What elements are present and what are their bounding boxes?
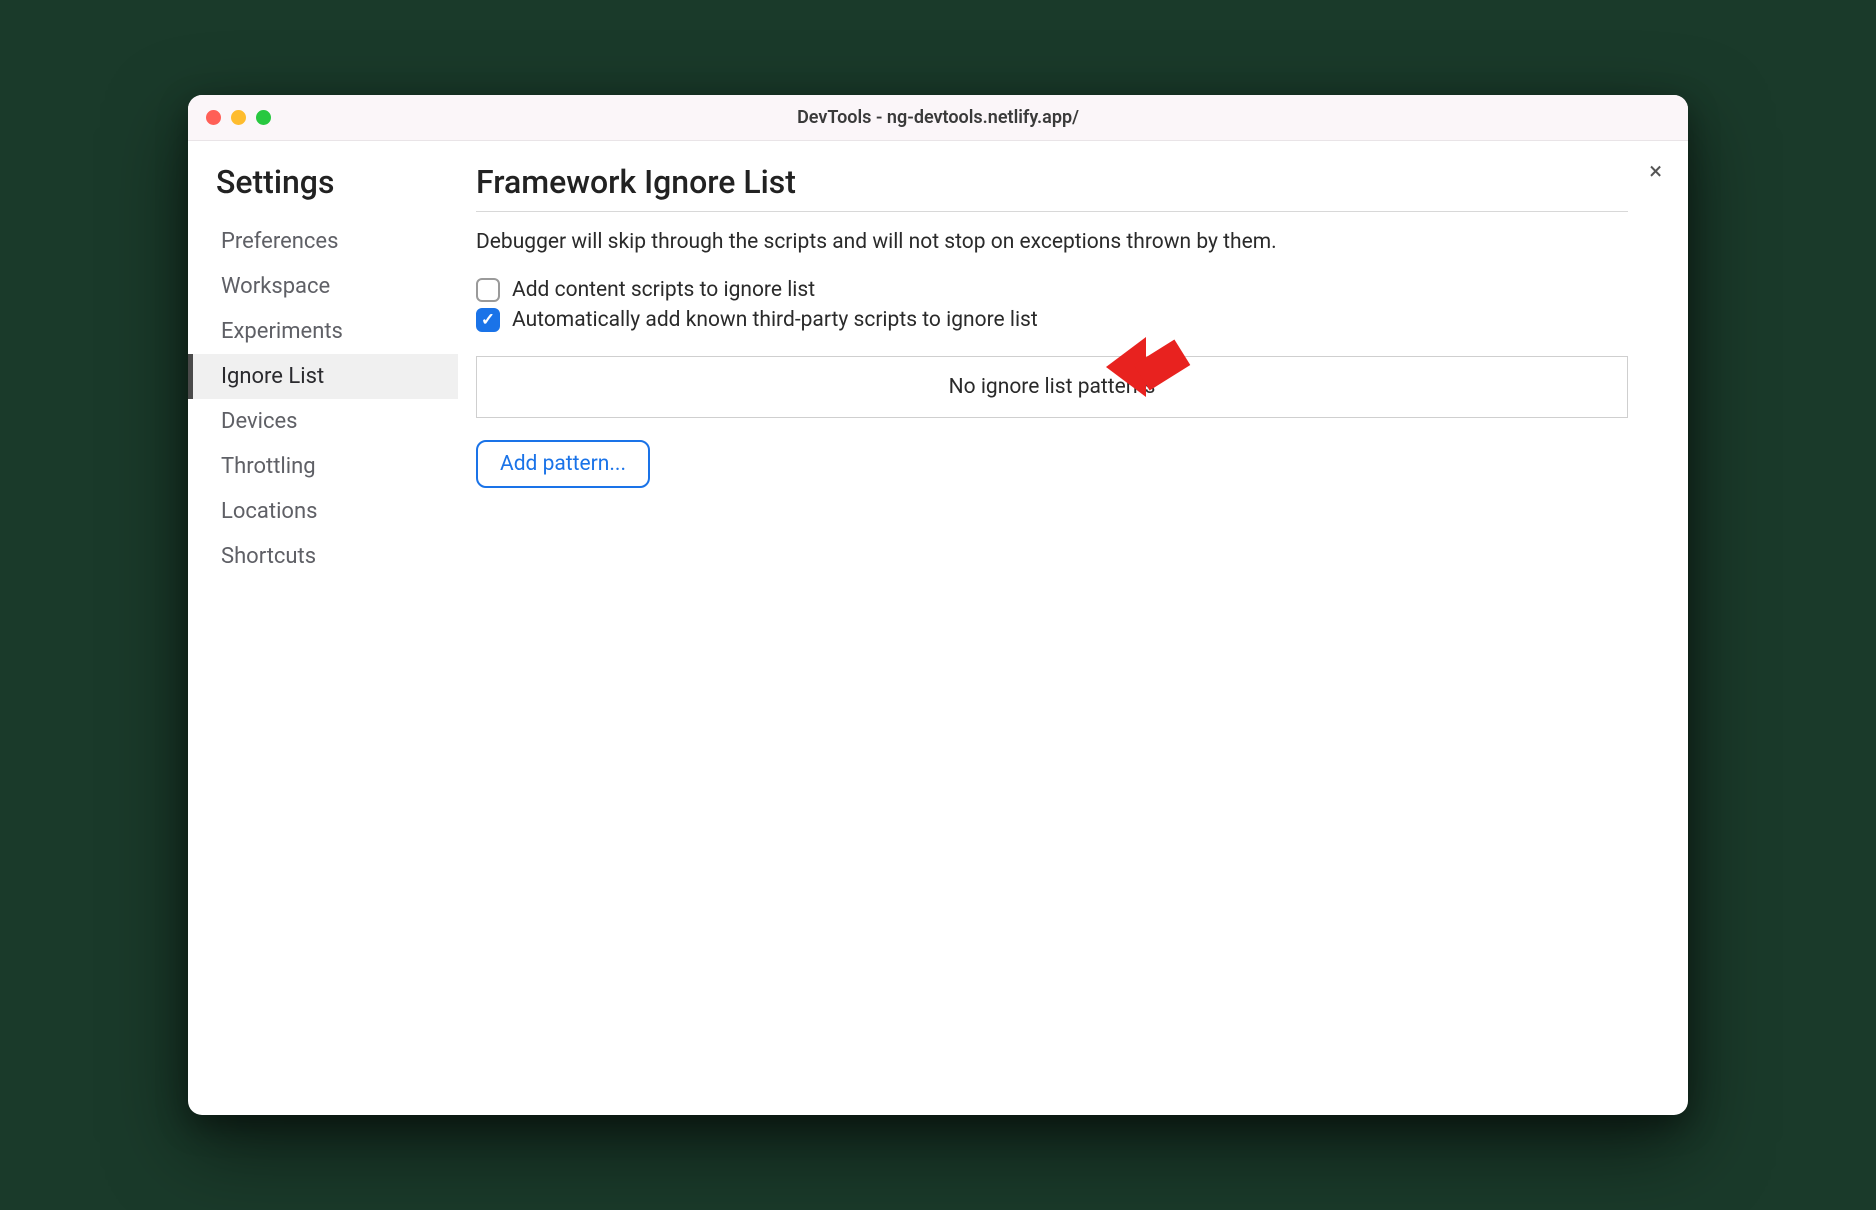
checkbox-label: Add content scripts to ignore list (512, 278, 815, 302)
sidebar-item-label: Shortcuts (221, 544, 316, 569)
window-title: DevTools - ng-devtools.netlify.app/ (188, 107, 1688, 128)
settings-content: × Settings Preferences Workspace Experim… (188, 141, 1688, 1115)
page-description: Debugger will skip through the scripts a… (476, 230, 1628, 254)
window-close-button[interactable] (206, 110, 221, 125)
checkbox-icon (476, 278, 500, 302)
sidebar-item-label: Ignore List (221, 364, 324, 389)
window-maximize-button[interactable] (256, 110, 271, 125)
devtools-settings-window: DevTools - ng-devtools.netlify.app/ × Se… (188, 95, 1688, 1115)
sidebar-item-label: Preferences (221, 229, 338, 254)
add-pattern-button[interactable]: Add pattern... (476, 440, 650, 488)
window-minimize-button[interactable] (231, 110, 246, 125)
settings-main: Framework Ignore List Debugger will skip… (458, 141, 1688, 1115)
empty-patterns-text: No ignore list patterns (949, 375, 1156, 399)
button-label: Add pattern... (500, 452, 626, 476)
window-titlebar: DevTools - ng-devtools.netlify.app/ (188, 95, 1688, 141)
sidebar-item-throttling[interactable]: Throttling (188, 444, 458, 489)
checkmark-icon: ✓ (481, 312, 495, 329)
settings-sidebar: Settings Preferences Workspace Experimen… (188, 141, 458, 1115)
sidebar-item-preferences[interactable]: Preferences (188, 219, 458, 264)
traffic-lights (206, 110, 271, 125)
sidebar-item-label: Locations (221, 499, 317, 524)
sidebar-title: Settings (188, 163, 458, 219)
checkbox-auto-third-party[interactable]: ✓ Automatically add known third-party sc… (476, 308, 1628, 332)
sidebar-item-experiments[interactable]: Experiments (188, 309, 458, 354)
checkbox-add-content-scripts[interactable]: Add content scripts to ignore list (476, 278, 1628, 302)
ignore-patterns-list: No ignore list patterns (476, 356, 1628, 418)
sidebar-item-locations[interactable]: Locations (188, 489, 458, 534)
sidebar-item-label: Throttling (221, 454, 316, 479)
checkbox-icon: ✓ (476, 308, 500, 332)
page-title: Framework Ignore List (476, 163, 1628, 212)
sidebar-item-ignore-list[interactable]: Ignore List (188, 354, 458, 399)
sidebar-item-label: Workspace (221, 274, 330, 299)
sidebar-item-label: Devices (221, 409, 298, 434)
close-icon[interactable]: × (1649, 159, 1662, 183)
sidebar-item-workspace[interactable]: Workspace (188, 264, 458, 309)
sidebar-item-devices[interactable]: Devices (188, 399, 458, 444)
sidebar-item-shortcuts[interactable]: Shortcuts (188, 534, 458, 579)
sidebar-item-label: Experiments (221, 319, 343, 344)
checkbox-label: Automatically add known third-party scri… (512, 308, 1038, 332)
